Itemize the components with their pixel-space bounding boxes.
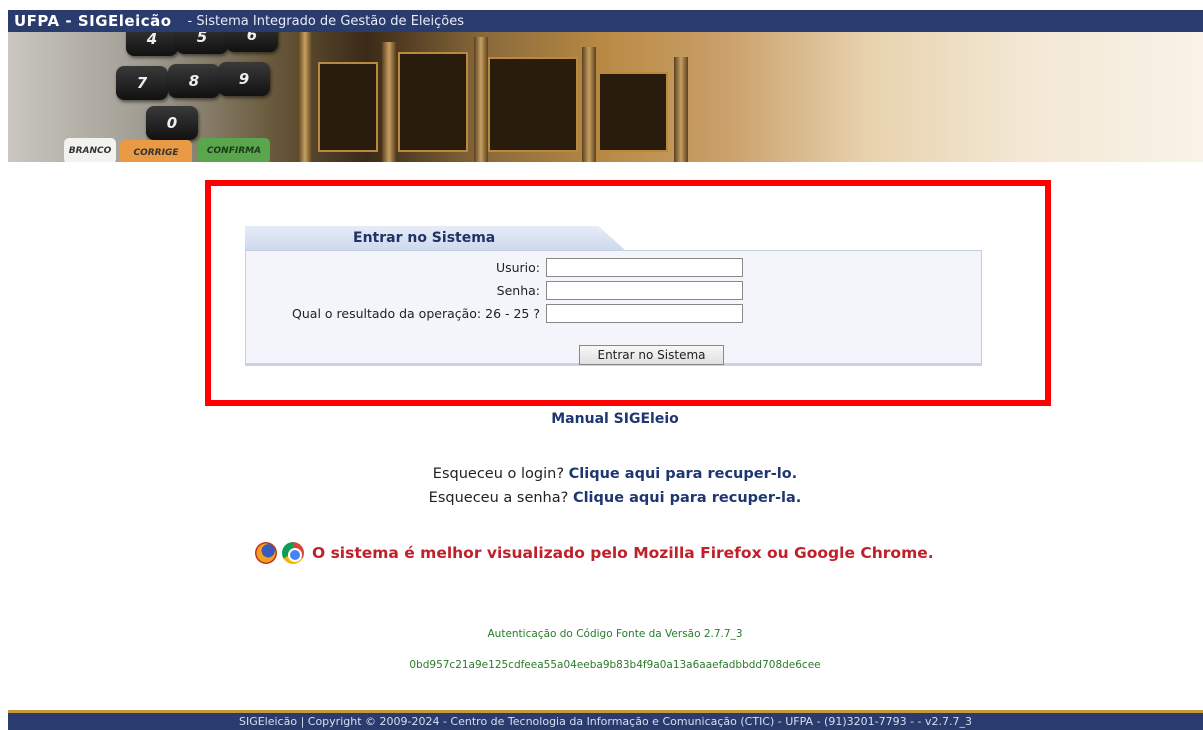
user-input[interactable] [546,257,743,277]
auth-hash: 0bd957c21a9e125cdfeea55a04eeba9b83b4f9a0… [409,659,821,671]
key-6: 6 [226,32,278,52]
building-window [598,72,668,152]
building-pillar [674,57,688,162]
key-branco: BRANCO [64,138,116,162]
password-input[interactable] [546,280,743,300]
browser-notice: O sistema é melhor visualizado pelo Mozi… [255,541,934,565]
app-brand: UFPA - SIGEleicão [14,12,172,30]
key-8: 8 [168,64,220,98]
forgot-password-line: Esqueceu a senha? Clique aqui para recup… [0,490,1203,506]
captcha-input[interactable] [546,303,743,323]
password-row: Senha: [246,280,983,300]
forgot-password-link[interactable]: Clique aqui para recuper-la. [573,490,801,506]
building-image [278,32,758,162]
footer-bar: SIGEleicão | Copyright © 2009-2024 - Cen… [8,710,1203,730]
voting-machine-keypad-image: 4 5 6 7 8 9 0 BRANCO CORRIGE CONFIRMA [8,32,288,162]
forgot-login-line: Esqueceu o login? Clique aqui para recup… [0,466,1203,482]
login-form: Entrar no Sistema Usurio: Senha: Qual o … [245,226,982,369]
building-pillar [382,42,396,162]
login-submit-button[interactable]: Entrar no Sistema [579,345,724,365]
key-4: 4 [126,32,178,56]
key-confirma: CONFIRMA [198,138,270,162]
key-9: 9 [218,62,270,96]
app-subtitle: - Sistema Integrado de Gestão de Eleiçõe… [187,13,464,29]
manual-link[interactable]: Manual SIGEleio [0,411,1203,427]
captcha-row: Qual o resultado da operação: 26 - 25 ? [246,303,983,323]
building-pillar [582,47,596,162]
captcha-label: Qual o resultado da operação: 26 - 25 ? [292,305,540,321]
user-label: Usurio: [495,259,540,275]
building-window [488,57,578,152]
firefox-icon [255,542,277,564]
chrome-icon [282,542,304,564]
building-pillar [474,37,488,162]
building-window [398,52,468,152]
top-header-bar: UFPA - SIGEleicão - Sistema Integrado de… [8,10,1203,32]
auth-label: Autenticação do Código Fonte da Versão 2… [487,628,743,640]
password-label: Senha: [496,282,540,298]
key-corrige: CORRIGE [120,140,192,162]
footer-text: SIGEleicão | Copyright © 2009-2024 - Cen… [238,715,973,728]
building-window [318,62,378,152]
building-pillar [298,32,312,162]
browser-notice-text: O sistema é melhor visualizado pelo Mozi… [312,544,934,562]
user-row: Usurio: [246,257,983,277]
key-0: 0 [146,106,198,140]
key-7: 7 [116,66,168,100]
key-5: 5 [176,32,228,54]
header-banner-image: 4 5 6 7 8 9 0 BRANCO CORRIGE CONFIRMA [8,32,1203,162]
forgot-password-prefix: Esqueceu a senha? [428,490,569,506]
forgot-login-prefix: Esqueceu o login? [432,466,565,482]
login-form-title: Entrar no Sistema [245,226,625,250]
login-form-body: Usurio: Senha: Qual o resultado da opera… [245,250,982,366]
forgot-login-link[interactable]: Clique aqui para recuper-lo. [569,466,798,482]
